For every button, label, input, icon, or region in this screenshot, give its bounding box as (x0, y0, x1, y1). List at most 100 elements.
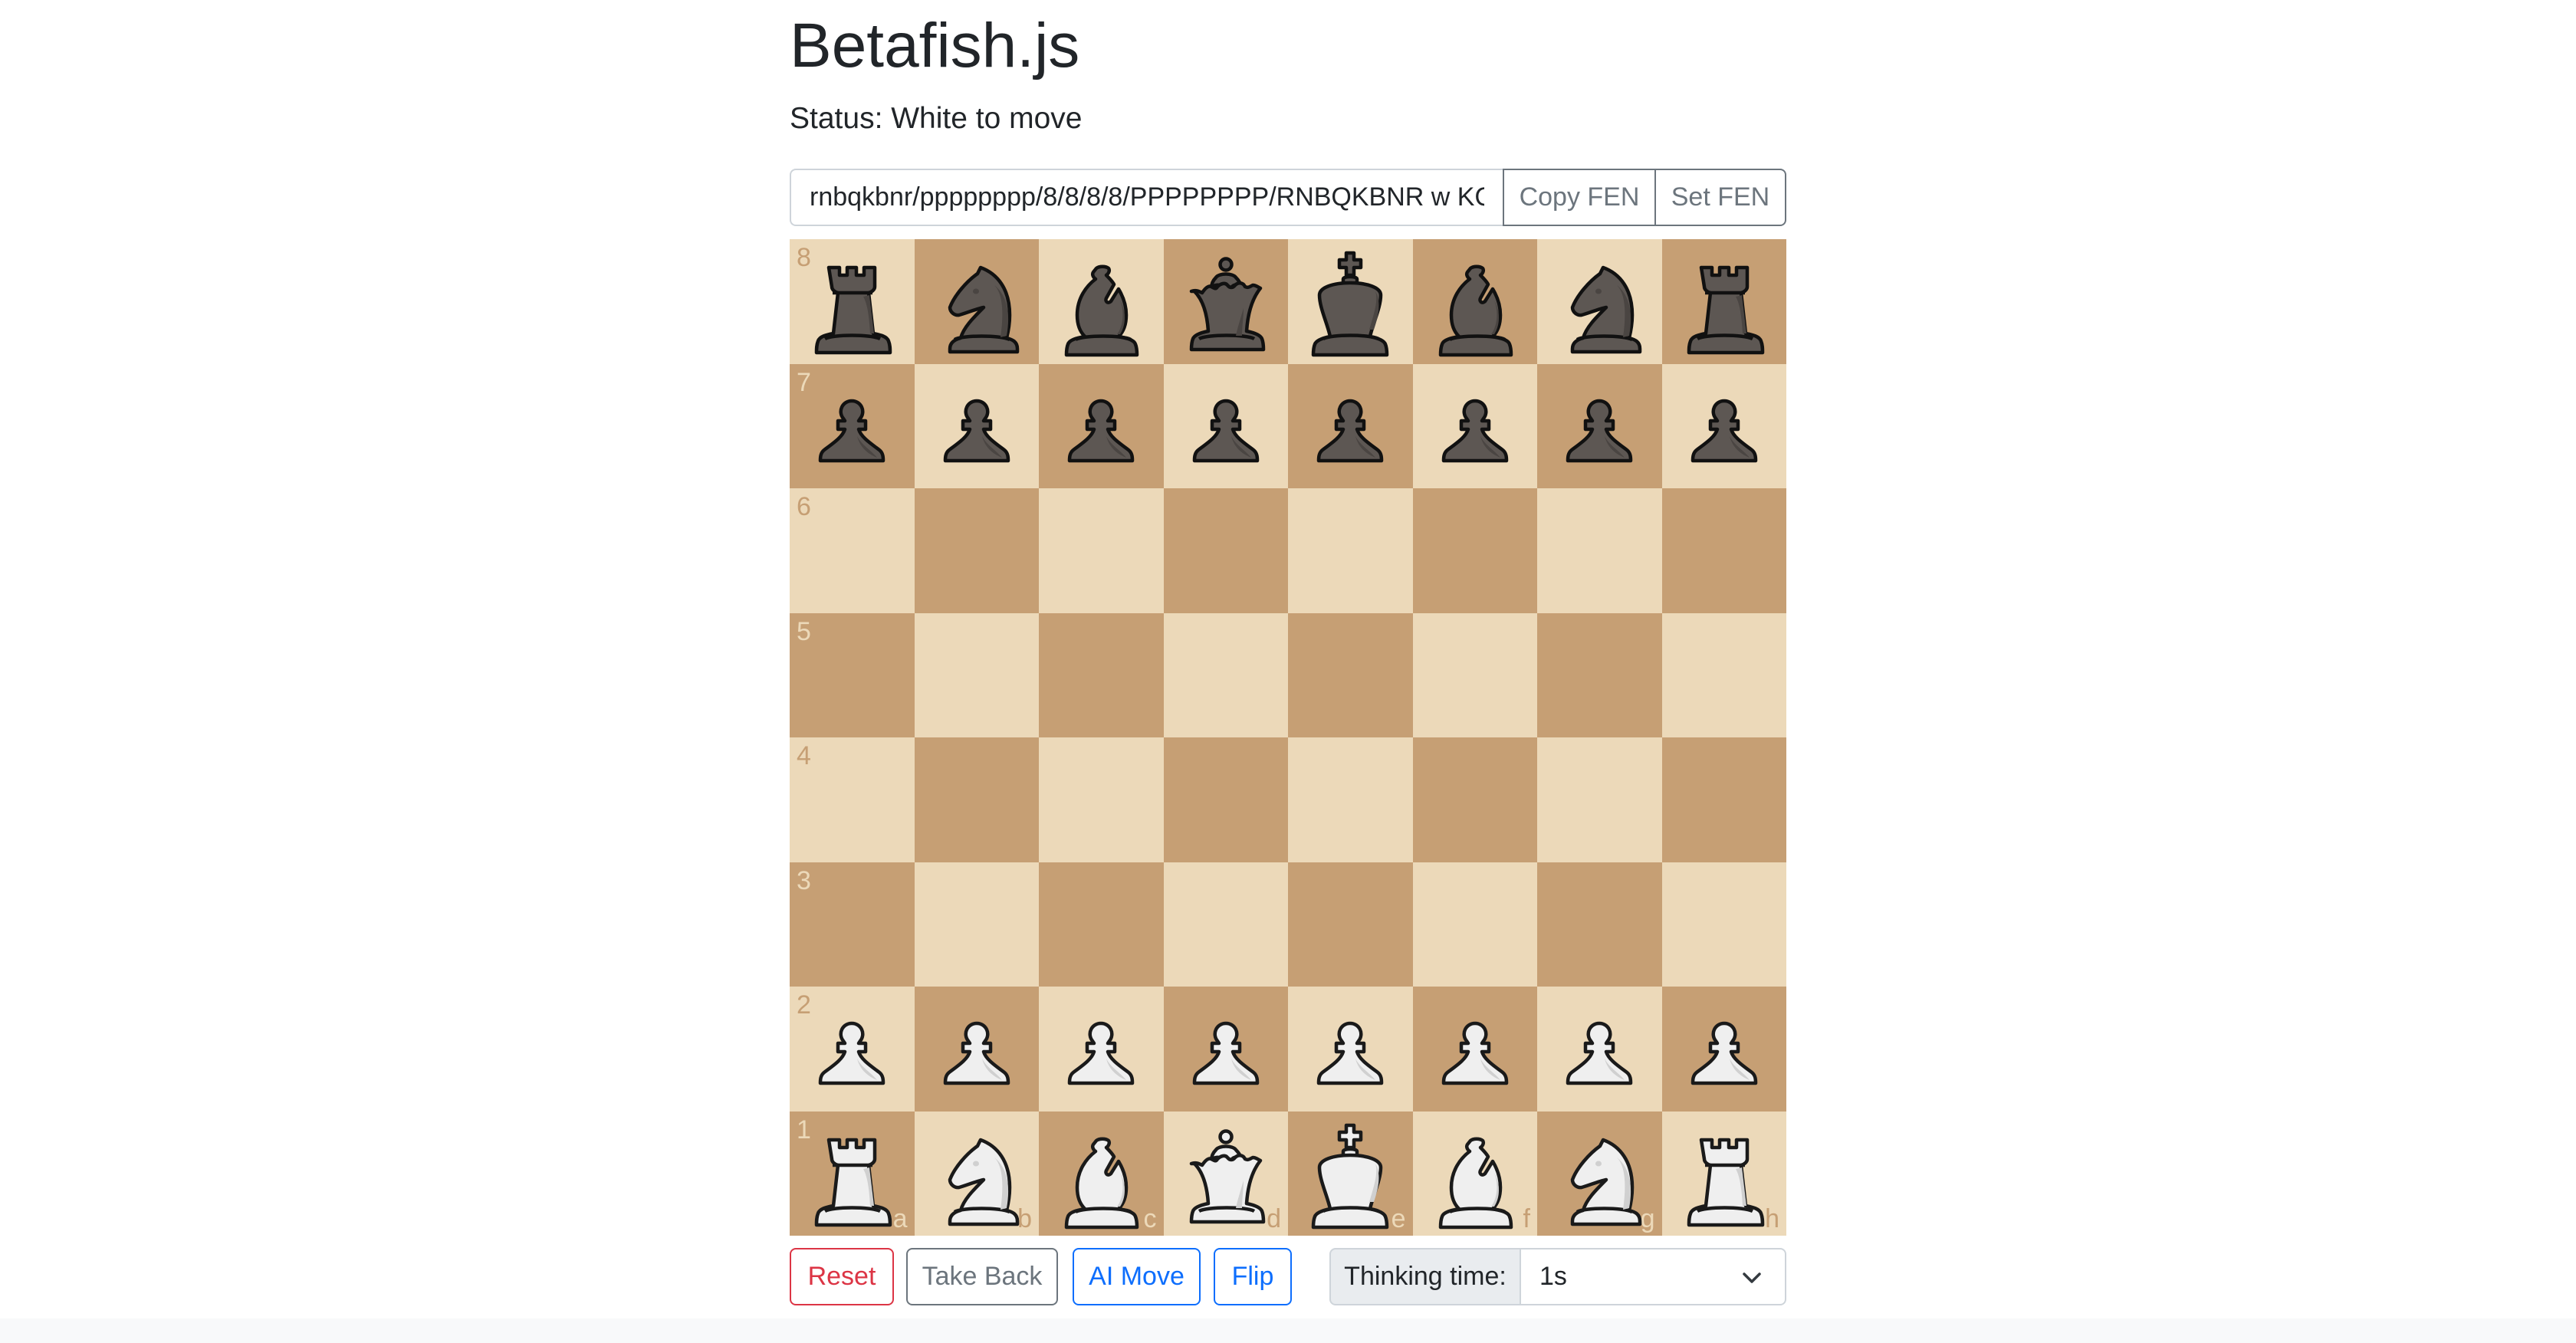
square-g1[interactable]: g (1537, 1111, 1662, 1236)
square-a3[interactable]: 3 (790, 862, 915, 987)
set-fen-button[interactable]: Set FEN (1656, 169, 1786, 226)
white-knight-icon[interactable] (915, 1112, 1040, 1236)
square-h1[interactable]: h (1661, 1111, 1787, 1236)
fen-input[interactable] (790, 169, 1503, 226)
white-pawn-icon[interactable] (915, 987, 1040, 1112)
square-d1[interactable]: d (1163, 1111, 1289, 1236)
square-b7[interactable] (914, 363, 1040, 489)
square-d2[interactable] (1163, 987, 1288, 1112)
black-king-icon[interactable] (1288, 239, 1413, 364)
square-c5[interactable] (1039, 612, 1164, 737)
black-pawn-icon[interactable] (915, 364, 1040, 489)
square-h6[interactable] (1661, 488, 1786, 613)
copy-fen-button[interactable]: Copy FEN (1503, 169, 1656, 226)
black-pawn-icon[interactable] (790, 364, 915, 489)
chess-board[interactable]: 87 6 5 4 3 21abcdefgh (790, 239, 1786, 1236)
square-d3[interactable] (1163, 862, 1288, 987)
white-king-icon[interactable] (1288, 1112, 1413, 1236)
white-pawn-icon[interactable] (1413, 987, 1538, 1112)
black-rook-icon[interactable] (1662, 239, 1787, 364)
square-f1[interactable]: f (1412, 1111, 1538, 1236)
white-pawn-icon[interactable] (1288, 987, 1413, 1112)
square-e5[interactable] (1288, 612, 1413, 737)
square-h8[interactable] (1661, 239, 1787, 364)
square-a5[interactable]: 5 (790, 612, 915, 737)
square-h2[interactable] (1661, 987, 1787, 1112)
square-c3[interactable] (1039, 862, 1164, 987)
square-e7[interactable] (1288, 363, 1413, 489)
black-pawn-icon[interactable] (1164, 364, 1289, 489)
square-e3[interactable] (1288, 862, 1413, 987)
square-h4[interactable] (1661, 737, 1786, 862)
square-g5[interactable] (1537, 612, 1662, 737)
square-g7[interactable] (1537, 363, 1662, 489)
square-b6[interactable] (914, 488, 1039, 613)
black-rook-icon[interactable] (790, 239, 915, 364)
square-h5[interactable] (1661, 612, 1786, 737)
square-b3[interactable] (914, 862, 1039, 987)
square-a4[interactable]: 4 (790, 737, 915, 862)
square-c7[interactable] (1039, 363, 1164, 489)
square-f5[interactable] (1412, 612, 1537, 737)
white-bishop-icon[interactable] (1039, 1112, 1164, 1236)
black-knight-icon[interactable] (915, 239, 1040, 364)
white-pawn-icon[interactable] (1039, 987, 1164, 1112)
square-f6[interactable] (1412, 488, 1537, 613)
white-pawn-icon[interactable] (1662, 987, 1787, 1112)
square-g2[interactable] (1537, 987, 1662, 1112)
square-d5[interactable] (1163, 612, 1288, 737)
square-d8[interactable] (1163, 239, 1289, 364)
black-bishop-icon[interactable] (1413, 239, 1538, 364)
white-queen-icon[interactable] (1164, 1112, 1289, 1236)
square-c4[interactable] (1039, 737, 1164, 862)
square-b5[interactable] (914, 612, 1039, 737)
square-g3[interactable] (1537, 862, 1662, 987)
ai-move-button[interactable]: AI Move (1073, 1248, 1201, 1305)
black-queen-icon[interactable] (1164, 239, 1289, 364)
thinking-time-select[interactable]: 1s (1521, 1248, 1786, 1305)
white-bishop-icon[interactable] (1413, 1112, 1538, 1236)
black-pawn-icon[interactable] (1039, 364, 1164, 489)
square-c1[interactable]: c (1039, 1111, 1164, 1236)
black-pawn-icon[interactable] (1413, 364, 1538, 489)
black-pawn-icon[interactable] (1662, 364, 1787, 489)
square-f2[interactable] (1412, 987, 1538, 1112)
square-b8[interactable] (914, 239, 1040, 364)
white-pawn-icon[interactable] (790, 987, 915, 1112)
square-a6[interactable]: 6 (790, 488, 915, 613)
square-b4[interactable] (914, 737, 1039, 862)
square-f4[interactable] (1412, 737, 1537, 862)
white-pawn-icon[interactable] (1537, 987, 1662, 1112)
square-a8[interactable]: 8 (790, 239, 915, 364)
square-e8[interactable] (1288, 239, 1413, 364)
black-bishop-icon[interactable] (1039, 239, 1164, 364)
black-pawn-icon[interactable] (1537, 364, 1662, 489)
square-e1[interactable]: e (1288, 1111, 1413, 1236)
black-pawn-icon[interactable] (1288, 364, 1413, 489)
square-g4[interactable] (1537, 737, 1662, 862)
square-c8[interactable] (1039, 239, 1164, 364)
square-d4[interactable] (1163, 737, 1288, 862)
square-b2[interactable] (914, 987, 1040, 1112)
square-g8[interactable] (1537, 239, 1662, 364)
black-knight-icon[interactable] (1537, 239, 1662, 364)
square-a7[interactable]: 7 (790, 363, 915, 489)
white-rook-icon[interactable] (1662, 1112, 1787, 1236)
square-c2[interactable] (1039, 987, 1164, 1112)
square-f7[interactable] (1412, 363, 1538, 489)
reset-button[interactable]: Reset (790, 1248, 894, 1305)
square-c6[interactable] (1039, 488, 1164, 613)
flip-board-button[interactable]: Flip (1214, 1248, 1292, 1305)
square-d7[interactable] (1163, 363, 1289, 489)
square-e4[interactable] (1288, 737, 1413, 862)
white-rook-icon[interactable] (790, 1112, 915, 1236)
square-f3[interactable] (1412, 862, 1537, 987)
square-a2[interactable]: 2 (790, 987, 915, 1112)
square-d6[interactable] (1163, 488, 1288, 613)
square-e2[interactable] (1288, 987, 1413, 1112)
square-g6[interactable] (1537, 488, 1662, 613)
square-e6[interactable] (1288, 488, 1413, 613)
square-h3[interactable] (1661, 862, 1786, 987)
white-knight-icon[interactable] (1537, 1112, 1662, 1236)
square-b1[interactable]: b (914, 1111, 1040, 1236)
